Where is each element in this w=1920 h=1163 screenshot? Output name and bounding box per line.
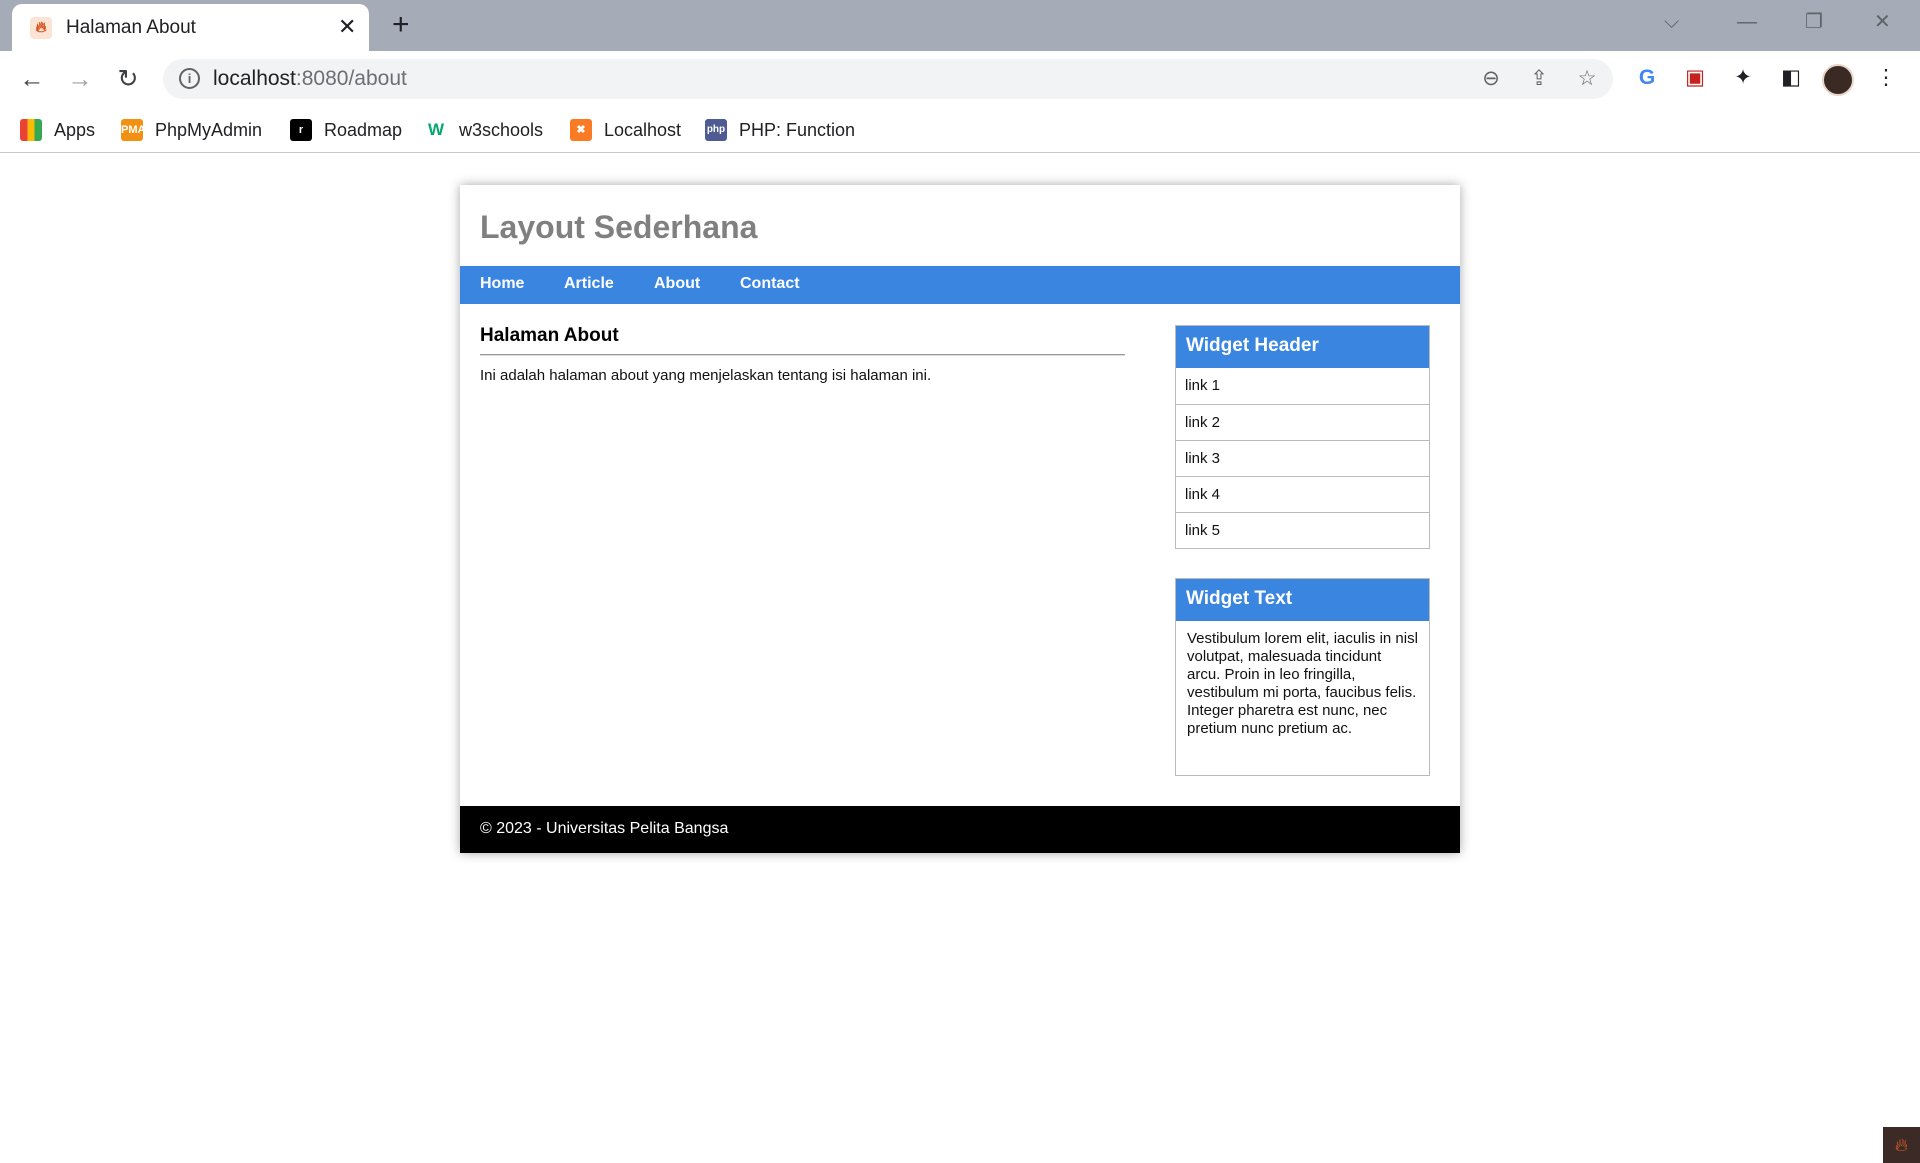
widget-text: Widget Text Vestibulum lorem elit, iacul… (1175, 578, 1430, 776)
page-container: Layout Sederhana Home Article About Cont… (460, 185, 1460, 853)
w3schools-icon: W (427, 120, 445, 139)
share-icon[interactable]: ⇪ (1526, 66, 1552, 92)
widget-link-2[interactable]: link 2 (1176, 404, 1429, 440)
bookmark-label: Localhost (604, 119, 682, 140)
xampp-icon: ✖ (570, 119, 592, 141)
bookmark-label: PhpMyAdmin (155, 119, 263, 140)
bookmark-apps[interactable]: Apps (20, 116, 95, 144)
extensions-puzzle-icon[interactable]: ✦ (1728, 63, 1758, 93)
flame-icon[interactable]: 🔥︎ (1883, 1127, 1920, 1163)
widget-link-3[interactable]: link 3 (1176, 440, 1429, 476)
bookmark-localhost[interactable]: ✖ Localhost (570, 116, 681, 144)
site-info-icon[interactable]: i (179, 68, 200, 89)
address-bar[interactable]: i localhost:8080/about ⊖ ⇪ ☆ (163, 59, 1613, 99)
nav-home[interactable]: Home (480, 275, 524, 293)
new-tab-button[interactable]: + (392, 10, 410, 40)
browser-menu-icon[interactable]: ⋮ (1871, 63, 1901, 93)
bookmark-phpmyadmin[interactable]: PMA PhpMyAdmin (121, 116, 262, 144)
footer-text: © 2023 - Universitas Pelita Bangsa (480, 820, 729, 837)
bookmark-label: Roadmap (324, 119, 403, 140)
url-text[interactable]: localhost:8080/about (213, 67, 407, 91)
page-heading: Halaman About (480, 325, 619, 346)
google-translate-icon[interactable]: G (1632, 63, 1662, 93)
bookmark-roadmap[interactable]: r Roadmap (290, 116, 402, 144)
page-body-text: Ini adalah halaman about yang menjelaska… (480, 367, 932, 384)
browser-toolbar: ← → ↻ i localhost:8080/about ⊖ ⇪ ☆ G ▣ ✦… (0, 51, 1920, 107)
widget-link-5[interactable]: link 5 (1176, 512, 1429, 548)
profile-avatar[interactable] (1822, 64, 1854, 96)
heading-divider (480, 354, 1125, 356)
flame-favicon-icon: 🔥︎ (30, 17, 52, 39)
cast-icon[interactable]: ▣ (1680, 63, 1710, 93)
site-header: Layout Sederhana (460, 185, 1460, 266)
bookmark-label: Apps (54, 119, 96, 140)
zoom-out-icon[interactable]: ⊖ (1478, 66, 1504, 92)
phpmyadmin-icon: PMA (121, 119, 145, 141)
php-icon: php (705, 119, 727, 141)
nav-about[interactable]: About (654, 275, 700, 293)
browser-tab[interactable]: 🔥︎ Halaman About ✕ (12, 4, 369, 51)
bookmark-w3schools[interactable]: W w3schools (425, 116, 543, 144)
widget-link-4[interactable]: link 4 (1176, 476, 1429, 512)
main-nav: Home Article About Contact (460, 266, 1460, 304)
page-viewport: Layout Sederhana Home Article About Cont… (0, 154, 1920, 1163)
widget-header-title: Widget Header (1176, 326, 1429, 368)
tab-close-icon[interactable]: ✕ (338, 14, 356, 40)
widget-text-title: Widget Text (1176, 579, 1429, 621)
nav-article[interactable]: Article (564, 275, 614, 293)
widget-text-body: Vestibulum lorem elit, iaculis in nisl v… (1187, 630, 1418, 737)
widget-link-1[interactable]: link 1 (1176, 368, 1429, 404)
bookmark-php-function[interactable]: php PHP: Function (705, 116, 855, 144)
forward-button[interactable]: → (65, 64, 95, 94)
tab-title: Halaman About (66, 17, 196, 38)
site-footer: © 2023 - Universitas Pelita Bangsa (460, 806, 1460, 853)
tab-search-icon[interactable]: ⌵ (1664, 12, 1679, 32)
bookmark-star-icon[interactable]: ☆ (1574, 66, 1600, 92)
bookmark-label: PHP: Function (739, 119, 856, 140)
side-panel-icon[interactable]: ◧ (1776, 63, 1806, 93)
restore-button[interactable]: ❐ (1805, 12, 1823, 32)
widget-links: Widget Header link 1 link 2 link 3 link … (1175, 325, 1430, 549)
nav-contact[interactable]: Contact (740, 275, 800, 293)
roadmap-icon: r (290, 119, 312, 141)
minimize-button[interactable]: — (1737, 12, 1757, 32)
bookmarks-bar: Apps PMA PhpMyAdmin r Roadmap W w3school… (0, 107, 1920, 153)
apps-grid-icon (20, 119, 42, 141)
close-window-button[interactable]: ✕ (1874, 12, 1891, 32)
bookmark-label: w3schools (459, 119, 544, 140)
site-title: Layout Sederhana (480, 209, 758, 245)
reload-button[interactable]: ↻ (113, 64, 143, 94)
back-button[interactable]: ← (17, 64, 47, 94)
tab-strip: 🔥︎ Halaman About ✕ + ⌵ — ❐ ✕ (0, 0, 1920, 51)
